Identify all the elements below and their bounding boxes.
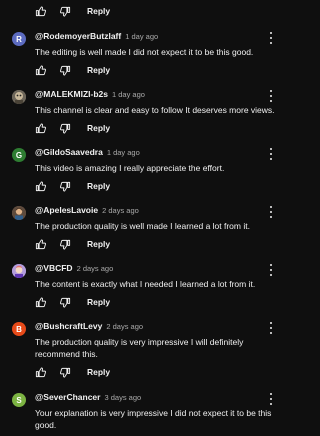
- like-icon[interactable]: [33, 4, 48, 19]
- dislike-icon[interactable]: [58, 4, 73, 19]
- comment-meta: @VBCFD 2 days ago: [35, 263, 113, 273]
- more-actions-icon[interactable]: [268, 31, 274, 45]
- like-icon[interactable]: [33, 365, 48, 380]
- author-name[interactable]: @GildoSaavedra: [35, 147, 103, 157]
- timestamp[interactable]: 1 day ago: [112, 90, 145, 99]
- avatar-image: [12, 90, 26, 104]
- like-icon[interactable]: [33, 237, 48, 252]
- comment-text: The editing is well made I did not expec…: [35, 47, 254, 57]
- dislike-icon[interactable]: [58, 365, 73, 380]
- reply-button[interactable]: Reply: [87, 123, 110, 133]
- like-icon[interactable]: [33, 295, 48, 310]
- comment-meta: @MALEKMIZI-b2s 1 day ago: [35, 89, 145, 99]
- comment-actions: Reply: [33, 362, 110, 382]
- timestamp[interactable]: 1 day ago: [107, 148, 140, 157]
- reply-button[interactable]: Reply: [87, 65, 110, 75]
- comment-actions: Reply: [33, 234, 110, 254]
- dislike-icon[interactable]: [58, 179, 73, 194]
- more-actions-icon[interactable]: [268, 321, 274, 335]
- timestamp[interactable]: 3 days ago: [104, 393, 141, 402]
- reply-button[interactable]: Reply: [87, 297, 110, 307]
- comment-meta: @GildoSaavedra 1 day ago: [35, 147, 140, 157]
- comment-meta: @SeverChancer 3 days ago: [35, 392, 141, 402]
- comment-meta: @ApelesLavoie 2 days ago: [35, 205, 139, 215]
- comment-text: This video is amazing I really appreciat…: [35, 163, 225, 173]
- like-icon[interactable]: [33, 63, 48, 78]
- more-actions-icon[interactable]: [268, 263, 274, 277]
- reply-button[interactable]: Reply: [87, 6, 110, 16]
- comment-actions: Reply: [33, 118, 110, 138]
- comment-meta: @BushcraftLevy 2 days ago: [35, 321, 143, 331]
- comment-actions: Reply: [33, 292, 110, 312]
- author-name[interactable]: @VBCFD: [35, 263, 73, 273]
- timestamp[interactable]: 2 days ago: [106, 322, 143, 331]
- author-name[interactable]: @MALEKMIZI-b2s: [35, 89, 108, 99]
- comments-panel: Reply R @RodemoyerButzlaff 1 day ago The…: [0, 0, 300, 436]
- like-icon[interactable]: [33, 179, 48, 194]
- comment-text: The production quality is very impressiv…: [35, 337, 244, 359]
- author-name[interactable]: @ApelesLavoie: [35, 205, 98, 215]
- reply-button[interactable]: Reply: [87, 181, 110, 191]
- avatar[interactable]: [12, 264, 26, 278]
- timestamp[interactable]: 2 days ago: [77, 264, 114, 273]
- avatar[interactable]: [12, 206, 26, 220]
- timestamp[interactable]: 1 day ago: [125, 32, 158, 41]
- comment-text: This channel is clear and easy to follow…: [35, 105, 275, 115]
- comment-actions: Reply: [33, 176, 110, 196]
- timestamp[interactable]: 2 days ago: [102, 206, 139, 215]
- more-actions-icon[interactable]: [268, 205, 274, 219]
- avatar[interactable]: B: [12, 322, 26, 336]
- comment-text: The content is exactly what I needed I l…: [35, 279, 256, 289]
- dislike-icon[interactable]: [58, 295, 73, 310]
- avatar[interactable]: [12, 90, 26, 104]
- author-name[interactable]: @RodemoyerButzlaff: [35, 31, 121, 41]
- reply-button[interactable]: Reply: [87, 239, 110, 249]
- dislike-icon[interactable]: [58, 121, 73, 136]
- comment-actions: Reply: [33, 1, 110, 21]
- more-actions-icon[interactable]: [268, 147, 274, 161]
- more-actions-icon[interactable]: [268, 89, 274, 103]
- comment-actions: Reply: [33, 60, 110, 80]
- comment-text: Your explanation is very impressive I di…: [35, 408, 272, 430]
- author-name[interactable]: @BushcraftLevy: [35, 321, 102, 331]
- dislike-icon[interactable]: [58, 237, 73, 252]
- author-name[interactable]: @SeverChancer: [35, 392, 100, 402]
- like-icon[interactable]: [33, 121, 48, 136]
- avatar[interactable]: S: [12, 393, 26, 407]
- avatar[interactable]: G: [12, 148, 26, 162]
- dislike-icon[interactable]: [58, 63, 73, 78]
- more-actions-icon[interactable]: [268, 392, 274, 406]
- comment-text: The production quality is well made I le…: [35, 221, 250, 231]
- reply-button[interactable]: Reply: [87, 367, 110, 377]
- avatar[interactable]: R: [12, 32, 26, 46]
- avatar-image: [12, 264, 26, 278]
- avatar-image: [12, 206, 26, 220]
- comment-meta: @RodemoyerButzlaff 1 day ago: [35, 31, 158, 41]
